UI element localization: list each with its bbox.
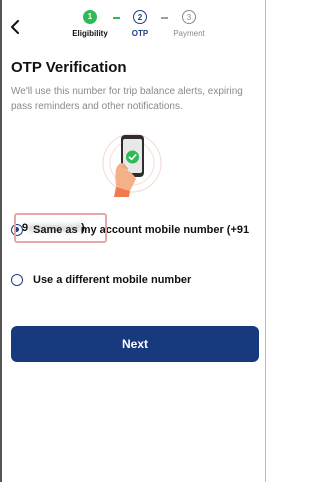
step-number: 2 xyxy=(133,10,147,24)
step-number: 3 xyxy=(182,10,196,24)
progress-stepper: 1 Eligibility 2 OTP 3 Payment xyxy=(0,10,266,44)
radio-different-number[interactable] xyxy=(11,274,23,286)
step-payment: 3 Payment xyxy=(159,10,219,38)
phone-suffix: ) xyxy=(81,222,85,234)
next-button[interactable]: Next xyxy=(11,326,259,362)
page-description: We'll use this number for trip balance a… xyxy=(11,86,243,112)
option-different-number-label: Use a different mobile number xyxy=(33,274,192,286)
phone-check-icon xyxy=(100,127,164,197)
screen-right-edge xyxy=(265,0,266,482)
screen-left-edge xyxy=(0,0,2,482)
page-title: OTP Verification xyxy=(11,59,127,76)
masked-phone-number: 9 xxxxxxx4 ) xyxy=(14,213,107,243)
step-label: Payment xyxy=(173,29,205,38)
step-number: 1 xyxy=(83,10,97,24)
phone-masked-digits: xxxxxxx4 xyxy=(28,222,82,234)
